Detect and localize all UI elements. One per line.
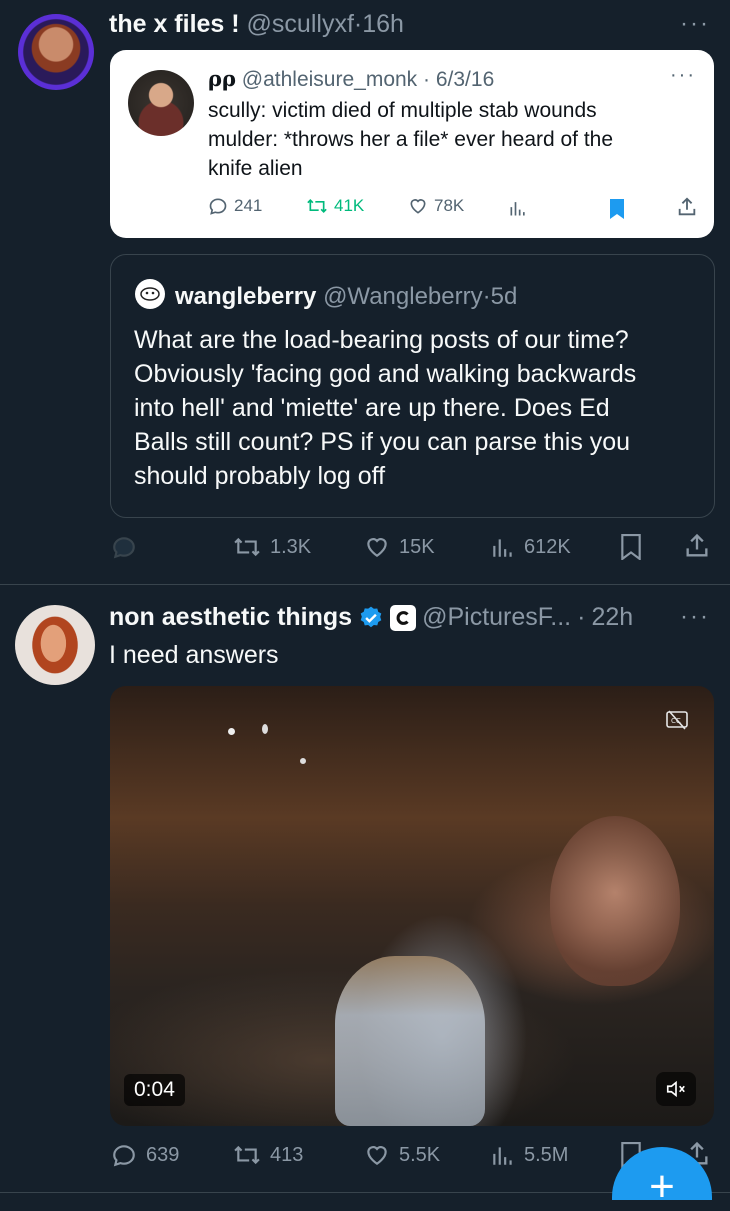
- plus-icon: +: [649, 1162, 675, 1211]
- quoted-timestamp[interactable]: 5d: [491, 283, 518, 310]
- tweet-header: non aesthetic things @PicturesF... · 22h: [109, 603, 634, 632]
- embedded-bookmark-icon: [608, 198, 626, 225]
- avatar[interactable]: [18, 14, 94, 90]
- embedded-more-icon: ···: [670, 64, 696, 86]
- like-button[interactable]: 5.5K: [363, 1142, 440, 1168]
- embedded-display-name: ρρ: [208, 66, 236, 91]
- repost-button[interactable]: 1.3K: [232, 534, 311, 560]
- affiliate-badge-icon[interactable]: [390, 604, 417, 631]
- bookmark-button[interactable]: [620, 534, 642, 565]
- like-count: 15K: [399, 535, 435, 558]
- quoted-avatar[interactable]: [135, 279, 165, 309]
- reply-button[interactable]: [110, 534, 138, 565]
- views-button[interactable]: 5.5M: [490, 1142, 568, 1168]
- reply-button[interactable]: 639: [110, 1142, 179, 1168]
- embedded-date: 6/3/16: [435, 68, 495, 91]
- scene-person: [550, 816, 680, 986]
- embedded-handle: @athleisure_monk: [241, 68, 418, 91]
- svg-text:CC: CC: [671, 717, 681, 725]
- views-count: 612K: [524, 535, 571, 558]
- quoted-header: wangleberry @Wangleberry·5d: [175, 283, 518, 310]
- reply-icon: [113, 537, 135, 559]
- share-icon: [686, 533, 708, 557]
- views-icon: [493, 1147, 512, 1165]
- embedded-tweet-screenshot: ρρ @athleisure_monk · 6/3/16 ··· scully:…: [110, 50, 714, 238]
- repost-button[interactable]: 413: [232, 1142, 303, 1168]
- display-name[interactable]: non aesthetic things: [109, 603, 352, 632]
- like-button[interactable]: 15K: [363, 534, 435, 560]
- timestamp[interactable]: 22h: [591, 603, 633, 632]
- display-name[interactable]: the x files !: [109, 10, 240, 38]
- tweet-header: the x files ! @scullyxf·16h: [109, 10, 404, 38]
- reply-icon: [209, 198, 227, 215]
- video-timestamp: 0:04: [124, 1074, 185, 1106]
- heart-icon: [367, 1146, 387, 1165]
- more-options-icon[interactable]: ···: [680, 10, 710, 38]
- handle[interactable]: @scullyxf: [247, 10, 354, 38]
- captions-icon[interactable]: CC: [666, 710, 688, 735]
- scene-light: [262, 724, 268, 734]
- views-count: 5.5M: [524, 1143, 569, 1166]
- embedded-likes: 78K: [408, 196, 464, 216]
- quoted-text: What are the load-bearing posts of our t…: [134, 326, 637, 490]
- tweet-text: I need answers: [109, 641, 279, 669]
- repost-count: 1.3K: [270, 535, 312, 558]
- reply-count: 639: [146, 1143, 180, 1166]
- repost-icon: [307, 198, 327, 214]
- embedded-share-icon: [676, 196, 698, 223]
- mute-button[interactable]: [656, 1072, 696, 1106]
- tweet-divider: [0, 584, 730, 585]
- scene-person: [335, 956, 485, 1126]
- verified-badge-icon[interactable]: [358, 605, 384, 631]
- video-player[interactable]: CC 0:04: [110, 686, 714, 1126]
- views-button[interactable]: 612K: [490, 534, 571, 560]
- muted-speaker-icon: [666, 1080, 685, 1098]
- embedded-reposts: 41K: [306, 196, 364, 216]
- heart-icon: [410, 199, 426, 214]
- like-count: 5.5K: [399, 1143, 441, 1166]
- embedded-avatar: [128, 70, 194, 136]
- scene-light: [228, 728, 235, 735]
- quoted-handle[interactable]: @Wangleberry: [323, 283, 483, 310]
- embedded-text: scully: victim died of multiple stab wou…: [208, 99, 614, 180]
- share-button[interactable]: [683, 532, 711, 565]
- reply-icon: [113, 1145, 135, 1167]
- quoted-display-name[interactable]: wangleberry: [175, 283, 316, 310]
- handle[interactable]: @PicturesF...: [422, 603, 571, 632]
- scene-light: [300, 758, 306, 764]
- quoted-tweet[interactable]: wangleberry @Wangleberry·5d What are the…: [110, 254, 715, 518]
- repost-count: 413: [270, 1143, 304, 1166]
- avatar[interactable]: [15, 605, 95, 685]
- timestamp[interactable]: 16h: [362, 10, 404, 38]
- more-options-icon[interactable]: ···: [680, 603, 710, 631]
- repost-icon: [234, 537, 260, 557]
- embedded-header: ρρ @athleisure_monk · 6/3/16: [208, 66, 495, 91]
- embedded-replies: 241: [208, 196, 262, 216]
- heart-icon: [367, 538, 387, 557]
- bookmark-icon: [621, 534, 641, 562]
- embedded-views-icon: [508, 198, 528, 223]
- views-icon: [493, 539, 512, 557]
- repost-icon: [234, 1145, 260, 1165]
